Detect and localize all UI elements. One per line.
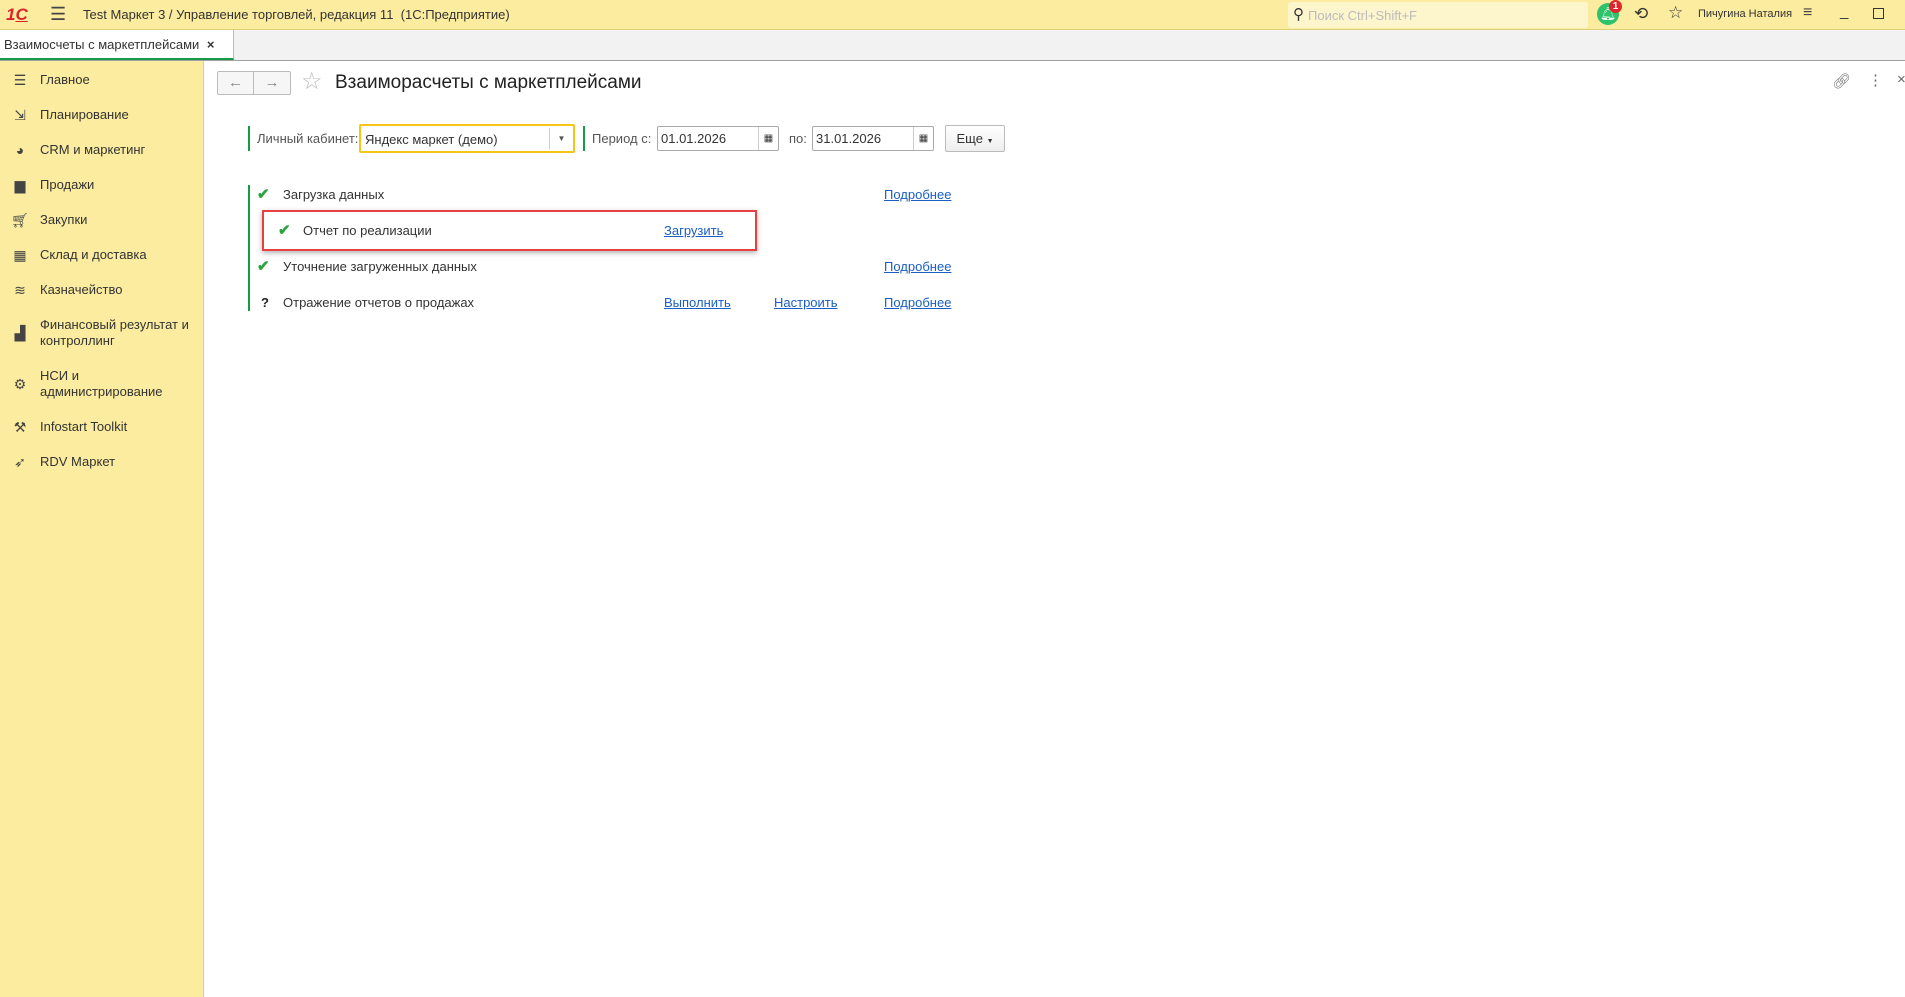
configure-link[interactable]: Настроить (774, 295, 838, 310)
tools-icon: ⚒ (13, 419, 27, 435)
favorites-star-icon[interactable]: ☆ (1668, 3, 1683, 23)
sidebar-item-label: Склад и доставка (40, 247, 147, 262)
rocket-icon: ➶ (14, 454, 26, 470)
favorite-star-icon[interactable]: ☆ (301, 67, 323, 96)
maximize-button[interactable] (1873, 8, 1884, 19)
load-link[interactable]: Загрузить (664, 223, 723, 238)
sidebar-item-label: RDV Маркет (40, 454, 116, 469)
pie-chart-icon: ◕ (15, 142, 25, 158)
step-label: Уточнение загруженных данных (283, 259, 477, 274)
search-icon: ⚲ (1293, 6, 1304, 23)
execute-link[interactable]: Выполнить (664, 295, 731, 310)
checkmark-icon: ✔ (257, 186, 270, 203)
gear-icon: ⚙ (13, 376, 27, 392)
step-label: Загрузка данных (283, 187, 385, 202)
sidebar-item-treasury[interactable]: ≋ Казначейство (0, 282, 204, 298)
sidebar-item-finance[interactable]: ▟ Финансовый результат и контроллинг (0, 317, 204, 349)
app-title: Test Маркет 3 / Управление торговлей, ре… (83, 7, 510, 22)
page-title: Взаиморасчеты с маркетплейсами (335, 72, 642, 93)
bar-chart-icon: ▟ (14, 325, 26, 341)
settings-menu-icon[interactable]: ≡ (1803, 4, 1812, 22)
back-button[interactable]: ← (217, 71, 254, 95)
cart-icon: 🛒︎ (11, 212, 29, 228)
search-input[interactable]: ⚲ Поиск Ctrl+Shift+F (1288, 2, 1588, 28)
minimize-button[interactable]: _ (1840, 3, 1848, 20)
close-tab-icon[interactable]: × (207, 37, 215, 52)
sidebar-item-label: Финансовый результат и контроллинг (40, 317, 189, 348)
step-label: Отражение отчетов о продажах (283, 295, 475, 310)
dropdown-arrow-icon[interactable]: ▼ (549, 128, 573, 149)
sidebar-item-main[interactable]: ☰ Главное (0, 72, 204, 88)
step-label: Отчет по реализации (303, 223, 432, 238)
sidebar-item-label: CRM и маркетинг (40, 142, 146, 157)
more-label: Еще (956, 131, 983, 146)
sidebar-item-purchases[interactable]: 🛒︎ Закупки (0, 212, 204, 228)
account-label: Личный кабинет: (257, 131, 359, 146)
details-link[interactable]: Подробнее (884, 259, 951, 274)
more-button[interactable]: Еще ▼ (945, 125, 1005, 152)
sidebar-item-sales[interactable]: ▆ Продажи (0, 177, 204, 193)
notification-badge: 1 (1609, 0, 1622, 13)
coins-icon: ≋ (14, 282, 26, 298)
period-to-value: 31.01.2026 (816, 131, 882, 146)
period-from-value: 01.01.2026 (661, 131, 727, 146)
field-group-bar (583, 126, 585, 151)
period-from-label: Период с: (592, 131, 652, 146)
dropdown-arrow-icon: ▼ (986, 138, 994, 145)
sidebar-item-label: Infostart Toolkit (40, 419, 128, 434)
sidebar-item-label: Казначейство (40, 282, 123, 297)
account-select[interactable]: Яндекс маркет (демо) ▼ (359, 124, 575, 153)
account-value: Яндекс маркет (демо) (365, 132, 498, 147)
sidebar-item-label: Главное (40, 72, 90, 87)
question-status-icon: ? (261, 295, 269, 310)
bag-icon: ▆ (14, 177, 26, 193)
sidebar: ☰ Главное ⇲ Планирование ◕ CRM и маркетинг … (0, 61, 204, 997)
details-link[interactable]: Подробнее (884, 187, 951, 202)
tab-bar: Взаимосчеты с маркетплейсами × (0, 30, 1905, 61)
period-from-input[interactable]: 01.01.2026 ▦ (657, 126, 779, 151)
period-to-label: по: (789, 131, 807, 146)
warehouse-icon: ▦ (13, 247, 27, 263)
field-group-bar (248, 126, 250, 151)
tab-label: Взаимосчеты с маркетплейсами (4, 37, 200, 52)
checkmark-icon: ✔ (257, 258, 270, 275)
close-form-icon[interactable]: × (1897, 71, 1905, 88)
sidebar-item-crm[interactable]: ◕ CRM и маркетинг (0, 142, 204, 158)
steps-group-bar (248, 185, 250, 311)
search-placeholder: Поиск Ctrl+Shift+F (1308, 8, 1417, 23)
sidebar-item-label: Закупки (40, 212, 88, 227)
menu-icon: ☰ (13, 72, 27, 88)
sidebar-item-warehouse[interactable]: ▦ Склад и доставка (0, 247, 204, 263)
1c-logo: 1С (6, 5, 28, 24)
period-to-input[interactable]: 31.01.2026 ▦ (812, 126, 934, 151)
sidebar-item-planning[interactable]: ⇲ Планирование (0, 107, 204, 123)
sidebar-item-label: Продажи (40, 177, 95, 192)
checkmark-icon: ✔ (278, 222, 291, 239)
calendar-icon[interactable]: ▦ (758, 127, 778, 150)
link-icon[interactable]: 🔗︎ (1832, 72, 1851, 90)
sidebar-item-admin[interactable]: ⚙ НСИ и администрирование (0, 368, 204, 400)
sidebar-item-label: Планирование (40, 107, 129, 122)
sidebar-item-label: НСИ и администрирование (40, 368, 163, 399)
sidebar-item-infostart[interactable]: ⚒ Infostart Toolkit (0, 419, 204, 435)
more-actions-icon[interactable]: ⋮ (1868, 71, 1883, 89)
details-link[interactable]: Подробнее (884, 295, 951, 310)
forward-button[interactable]: → (253, 71, 291, 95)
hamburger-menu-icon[interactable]: ☰ (50, 4, 66, 25)
calendar-icon[interactable]: ▦ (913, 127, 933, 150)
history-icon[interactable]: ⟲ (1634, 4, 1648, 24)
title-bar: 1С ☰ Test Маркет 3 / Управление торговле… (0, 0, 1905, 30)
sidebar-item-rdv[interactable]: ➶ RDV Маркет (0, 454, 204, 470)
tab-marketplace-settlements[interactable]: Взаимосчеты с маркетплейсами × (0, 30, 234, 60)
user-name[interactable]: Пичугина Наталия (1698, 8, 1792, 20)
planning-icon: ⇲ (14, 107, 26, 123)
